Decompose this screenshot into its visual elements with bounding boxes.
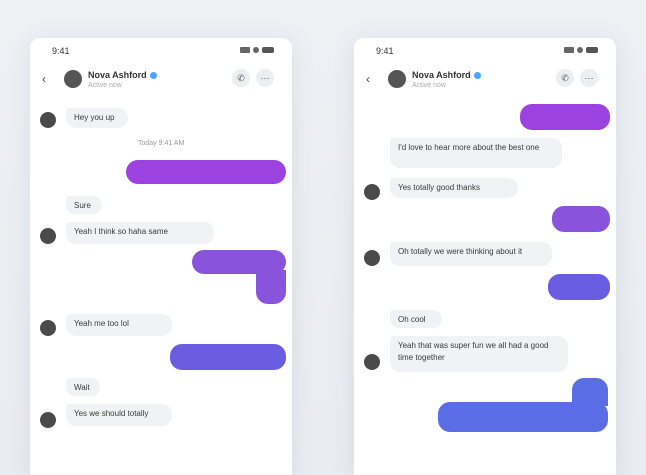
sender-avatar [40, 320, 56, 336]
wifi-icon [577, 47, 583, 53]
sender-avatar [364, 250, 380, 266]
chat-header: ‹ Nova Ashford Active now ✆ ⋯ [354, 64, 616, 98]
message-outgoing-tail [256, 270, 286, 304]
message-outgoing[interactable] [170, 344, 286, 370]
back-arrow-icon[interactable]: ‹ [42, 73, 46, 85]
sender-avatar [40, 228, 56, 244]
message-incoming[interactable]: I'd love to hear more about the best one [390, 138, 562, 168]
timestamp-label: Today 9:41 AM [138, 140, 185, 147]
status-bar: 9:41 [354, 38, 616, 60]
message-incoming[interactable]: Yes totally good thanks [390, 178, 518, 198]
chat-screen-right: 9:41 ‹ Nova Ashford Active now ✆ ⋯ I'd l… [354, 38, 616, 475]
message-incoming[interactable]: Oh totally we were thinking about it [390, 242, 552, 266]
message-outgoing[interactable] [548, 274, 610, 300]
message-incoming[interactable]: Oh cool [390, 310, 442, 328]
contact-status: Active now [412, 82, 446, 89]
battery-icon [586, 47, 598, 53]
sender-avatar [364, 184, 380, 200]
call-button[interactable]: ✆ [232, 69, 250, 87]
status-bar: 9:41 [30, 38, 292, 60]
contact-avatar[interactable] [64, 70, 82, 88]
chat-header: ‹ Nova Ashford Active now ✆ ⋯ [30, 64, 292, 98]
more-options-button[interactable]: ⋯ [580, 69, 598, 87]
message-incoming[interactable]: Wait [66, 378, 100, 396]
contact-avatar[interactable] [388, 70, 406, 88]
message-incoming[interactable]: Yeah me too lol [66, 314, 172, 336]
back-arrow-icon[interactable]: ‹ [366, 73, 370, 85]
status-time: 9:41 [52, 46, 70, 56]
scroll-fade [30, 435, 292, 475]
signal-icon [240, 47, 250, 53]
message-outgoing[interactable] [552, 206, 610, 232]
message-outgoing[interactable] [438, 402, 608, 432]
verified-icon [473, 72, 481, 80]
battery-icon [262, 47, 274, 53]
message-incoming[interactable]: Yeah I think so haha same [66, 222, 214, 244]
message-incoming[interactable]: Yes we should totally [66, 404, 172, 426]
message-incoming[interactable]: Hey you up [66, 108, 128, 128]
verified-icon [149, 72, 157, 80]
status-icons [240, 47, 274, 53]
contact-name[interactable]: Nova Ashford [88, 70, 157, 80]
wifi-icon [253, 47, 259, 53]
sender-avatar [364, 354, 380, 370]
status-icons [564, 47, 598, 53]
message-incoming[interactable]: Sure [66, 196, 102, 214]
message-incoming[interactable]: Yeah that was super fun we all had a goo… [390, 336, 568, 372]
contact-status: Active now [88, 82, 122, 89]
message-outgoing[interactable] [126, 160, 286, 184]
signal-icon [564, 47, 574, 53]
more-options-button[interactable]: ⋯ [256, 69, 274, 87]
contact-name[interactable]: Nova Ashford [412, 70, 481, 80]
status-time: 9:41 [376, 46, 394, 56]
chat-screen-left: 9:41 ‹ Nova Ashford Active now ✆ ⋯ Hey y… [30, 38, 292, 475]
scroll-fade [354, 435, 616, 475]
sender-avatar [40, 412, 56, 428]
sender-avatar [40, 112, 56, 128]
message-outgoing[interactable] [520, 104, 610, 130]
call-button[interactable]: ✆ [556, 69, 574, 87]
